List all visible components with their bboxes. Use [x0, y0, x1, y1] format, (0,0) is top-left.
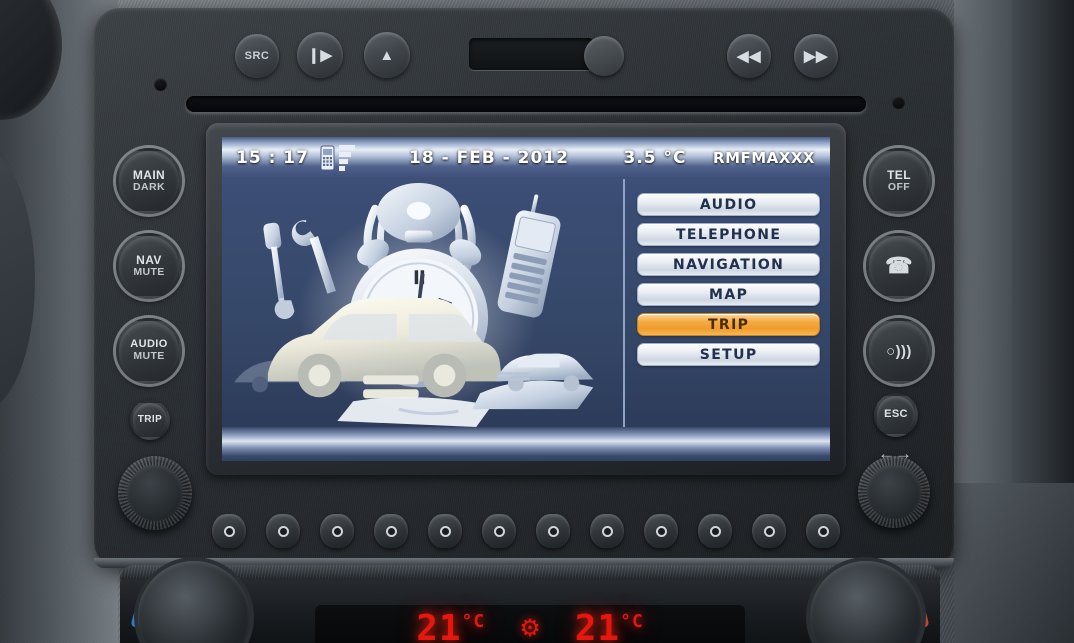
status-bar: 15 : 17 18 - FEB - 2012 3.5 °C RMFMAXXX [222, 137, 830, 179]
menu-item-audio-label: AUDIO [699, 196, 758, 213]
esc-button-label: ESC [884, 408, 908, 421]
menu-item-telephone-label: TELEPHONE [675, 226, 782, 243]
screen-bezel: 15 : 17 18 - FEB - 2012 3.5 °C RMFMAXXX … [206, 123, 846, 475]
menu-item-setup-label: SETUP [699, 346, 758, 363]
trip-button[interactable]: TRIP [130, 400, 170, 440]
tel-off-button[interactable]: TEL OFF [866, 148, 932, 214]
climate-right-temp-value: 21 [574, 607, 621, 643]
climate-right-temp-unit: °C [620, 610, 644, 632]
climate-left-temp-value: 21 [416, 607, 462, 643]
preset-dot-icon [385, 525, 397, 537]
preset-dot-icon [817, 525, 829, 537]
nav-mute-button[interactable]: NAV MUTE [116, 233, 182, 299]
menu-item-map-label: MAP [709, 286, 749, 303]
play-pause-button[interactable]: ❙▶ [297, 32, 343, 78]
preset-button[interactable] [374, 514, 408, 548]
preset-button[interactable] [536, 514, 570, 548]
menu-item-audio[interactable]: AUDIO [637, 193, 820, 216]
menu-item-navigation[interactable]: NAVIGATION [637, 253, 820, 276]
cd-disc-slot[interactable] [186, 96, 866, 112]
screen-body: AUDIO TELEPHONE NAVIGATION MAP TRIP SETU… [222, 179, 830, 461]
status-date: 18 - FEB - 2012 [409, 148, 569, 168]
main-menu: AUDIO TELEPHONE NAVIGATION MAP TRIP SETU… [623, 179, 830, 427]
main-dark-label-1: MAIN [132, 167, 166, 182]
preset-dot-icon [277, 525, 289, 537]
tel-off-label-1: TEL [887, 167, 911, 182]
status-radio-station: RMFMAXXX [713, 149, 815, 167]
climate-left-temp-unit: °C [461, 610, 486, 632]
preset-dot-icon [601, 525, 613, 537]
rewind-button[interactable]: ◀◀ [727, 34, 771, 78]
preset-button[interactable] [266, 514, 300, 548]
screen-bottom-band [222, 427, 830, 461]
tune-knob[interactable] [858, 456, 930, 528]
tune-knob-cap [867, 465, 921, 519]
center-console-right-trim [1012, 0, 1074, 520]
cd-slot-indicator [469, 38, 594, 70]
volume-knob-cap [127, 465, 183, 521]
esc-button[interactable]: ESC [874, 393, 918, 437]
preset-dot-icon [655, 525, 667, 537]
audio-mute-button[interactable]: AUDIO MUTE [116, 318, 182, 384]
climate-display: 21°C ⚙ 21°C [315, 605, 745, 643]
preset-button[interactable] [644, 514, 678, 548]
main-dark-button[interactable]: MAIN DARK [116, 148, 182, 214]
preset-dot-icon [439, 525, 451, 537]
voice-command-button[interactable]: ○))) [866, 318, 932, 384]
src-button-label: SRC [244, 50, 270, 62]
preset-dot-icon [547, 525, 559, 537]
menu-item-telephone[interactable]: TELEPHONE [637, 223, 820, 246]
preset-button-row [206, 508, 846, 554]
play-pause-icon: ❙▶ [307, 46, 333, 64]
lcd-screen: 15 : 17 18 - FEB - 2012 3.5 °C RMFMAXXX … [222, 137, 830, 461]
status-time: 15 : 17 [236, 148, 309, 168]
menu-item-trip-label: TRIP [707, 316, 750, 333]
preset-button[interactable] [806, 514, 840, 548]
cd-slot-knob[interactable] [584, 36, 624, 76]
status-temperature: 3.5 °C [623, 148, 687, 168]
menu-item-navigation-label: NAVIGATION [673, 256, 785, 273]
preset-dot-icon [223, 525, 235, 537]
preset-dot-icon [493, 525, 505, 537]
menu-item-setup[interactable]: SETUP [637, 343, 820, 366]
tel-off-label-2: OFF [887, 180, 911, 193]
climate-right-temperature: 21°C [575, 608, 644, 643]
src-button[interactable]: SRC [235, 34, 279, 78]
fast-forward-button[interactable]: ▶▶ [794, 34, 838, 78]
screw-hole-left [154, 78, 167, 91]
phone-handset-icon: ☎ [885, 253, 913, 278]
rewind-icon: ◀◀ [736, 47, 762, 65]
trip-button-label: TRIP [137, 413, 163, 425]
screw-hole-right [892, 96, 905, 109]
menu-item-map[interactable]: MAP [637, 283, 820, 306]
volume-knob[interactable] [118, 456, 192, 530]
preset-button[interactable] [428, 514, 462, 548]
preset-dot-icon [709, 525, 721, 537]
preset-button[interactable] [698, 514, 732, 548]
fast-forward-icon: ▶▶ [803, 47, 829, 65]
main-dark-label-2: DARK [133, 180, 165, 193]
preset-dot-icon [331, 525, 343, 537]
preset-button[interactable] [752, 514, 786, 548]
seat-shadow [954, 483, 1074, 643]
climate-left-temperature: 21°C [416, 608, 485, 643]
preset-button[interactable] [320, 514, 354, 548]
phone-call-button[interactable]: ☎ [866, 233, 932, 299]
preset-button[interactable] [482, 514, 516, 548]
audio-mute-label-2: MUTE [133, 350, 165, 363]
eject-button[interactable]: ▲ [364, 32, 410, 78]
preset-dot-icon [763, 525, 775, 537]
trip-menu-illustration [222, 179, 623, 427]
preset-button[interactable] [590, 514, 624, 548]
nav-mute-label-1: NAV [136, 252, 162, 267]
menu-item-trip[interactable]: TRIP [637, 313, 820, 336]
climate-control-panel: 21°C ⚙ 21°C [120, 561, 940, 643]
fan-icon: ⚙ [519, 614, 541, 642]
mobile-signal-icon [320, 145, 372, 171]
voice-wave-icon: ○))) [886, 342, 912, 360]
preset-button[interactable] [212, 514, 246, 548]
nav-mute-label-2: MUTE [133, 265, 165, 278]
eject-icon: ▲ [379, 46, 395, 64]
head-unit: SRC ❙▶ ▲ ◀◀ ▶▶ MAIN DARK NAV MUTE AUDIO … [94, 8, 954, 568]
